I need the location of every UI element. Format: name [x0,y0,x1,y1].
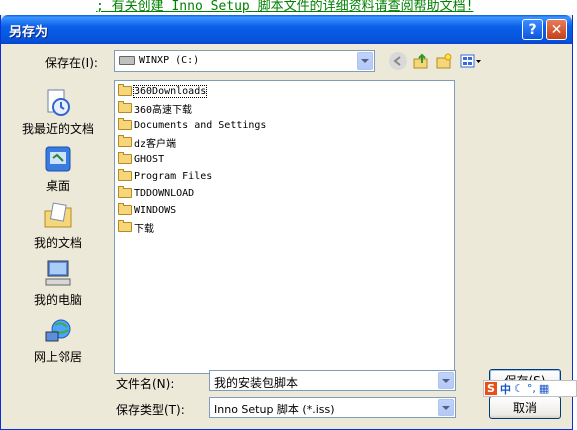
filetype-dropdown[interactable]: Inno Setup 脚本 (*.iss) [209,397,456,418]
save-in-dropdown[interactable]: WINXP (C:) [114,50,375,72]
ime-toolbar[interactable]: S 中 ☾ °, ▦ [483,380,577,397]
ime-logo: S [485,382,497,395]
network-places-icon [42,314,74,346]
place-desktop[interactable]: 桌面 [9,143,107,194]
title-bar[interactable]: 另存为 ? ✕ [1,15,572,44]
list-item[interactable]: Program Files [118,168,212,184]
folder-icon [118,135,132,147]
folder-icon [118,186,132,198]
filetype-value: Inno Setup 脚本 (*.iss) [214,403,335,416]
places-bar: 我最近的文档 桌面 我的文档 我的电脑 网上邻居 [9,81,107,364]
list-item[interactable]: GHOST [118,151,164,167]
place-label: 网上邻居 [33,350,82,364]
ime-mode-toggle[interactable]: 中 [500,381,511,397]
file-list[interactable]: 360Downloads 360高速下载 Documents and Setti… [114,80,455,374]
place-label: 我的电脑 [33,293,82,307]
moon-icon[interactable]: ☾ [514,382,524,395]
list-item[interactable]: TDDOWNLOAD [118,185,194,201]
background-editor-text: ; 有关创建 Inno Setup 脚本文件的详细资料请查阅帮助文档! [96,0,474,14]
place-recent-documents[interactable]: 我最近的文档 [9,86,107,137]
dialog-title: 另存为 [9,25,49,40]
folder-icon [118,84,132,96]
place-my-computer[interactable]: 我的电脑 [9,257,107,308]
list-item-label: 360高速下载 [134,104,193,116]
close-button[interactable]: ✕ [546,19,567,40]
back-icon[interactable] [389,52,407,70]
list-item[interactable]: dz客户端 [118,134,176,150]
list-item-label: Documents and Settings [134,119,267,131]
up-folder-icon[interactable] [412,52,430,70]
place-label: 桌面 [45,179,70,193]
list-item-label: GHOST [134,153,165,165]
chevron-down-icon[interactable] [438,372,454,389]
filetype-label: 保存类型(T): [116,403,185,417]
view-menu-icon[interactable] [459,52,483,70]
place-my-documents[interactable]: 我的文档 [9,200,107,251]
punctuation-icon[interactable]: °, [527,382,536,395]
filename-label: 文件名(N): [116,377,175,391]
keyboard-icon[interactable]: ▦ [539,382,549,395]
chevron-down-icon[interactable] [357,52,373,70]
recent-documents-icon [42,86,74,118]
save-in-value: WINXP (C:) [139,55,200,66]
cancel-button[interactable]: 取消 [489,396,561,419]
filename-value: 我的安装包脚本 [214,376,299,390]
list-item-label: dz客户端 [134,138,177,150]
drive-icon [119,56,135,65]
my-documents-icon [42,200,74,232]
list-item-label: TDDOWNLOAD [134,187,195,199]
filename-field[interactable]: 我的安装包脚本 [209,370,456,391]
list-item[interactable]: Documents and Settings [118,117,266,133]
list-item[interactable]: 360高速下载 [118,100,192,116]
save-as-dialog: 另存为 ? ✕ 保存在(I): WINXP (C:) 我最近的文档 桌面 我的文… [0,15,573,430]
folder-icon [118,118,132,130]
place-network-places[interactable]: 网上邻居 [9,314,107,365]
list-item-label: Program Files [134,170,213,182]
desktop-icon [42,143,74,175]
folder-icon [118,152,132,164]
folder-icon [118,169,132,181]
help-button[interactable]: ? [522,19,543,40]
folder-icon [118,101,132,113]
list-item[interactable]: 下载 [118,219,154,235]
chevron-down-icon[interactable] [438,399,454,416]
place-label: 我最近的文档 [21,122,94,136]
folder-icon [118,203,132,215]
list-item[interactable]: WINDOWS [118,202,176,218]
new-folder-icon[interactable] [435,52,453,70]
list-item-label: 下载 [134,223,154,235]
folder-icon [118,220,132,232]
list-item-label: WINDOWS [134,204,177,216]
my-computer-icon [42,257,74,289]
save-in-label: 保存在(I): [45,56,98,70]
list-item[interactable]: 360Downloads [118,83,208,99]
list-item-label: 360Downloads [132,84,208,98]
place-label: 我的文档 [33,236,82,250]
